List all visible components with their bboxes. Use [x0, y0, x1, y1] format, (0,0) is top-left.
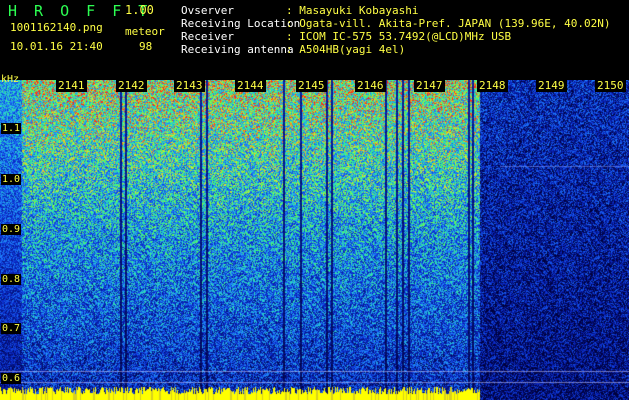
freq-label-0-9: 0.9: [1, 224, 22, 235]
time-label-2149: 2149: [536, 79, 567, 92]
location-value: : Ogata-vill. Akita-Pref. JAPAN (139.96E…: [286, 17, 611, 30]
antenna-label: Receiving antenna: [181, 43, 294, 56]
time-label-2145: 2145: [296, 79, 327, 92]
app-version: 1.00: [125, 3, 154, 17]
time-label-2141: 2141: [56, 79, 87, 92]
time-label-2146: 2146: [355, 79, 386, 92]
spectrogram-image: [0, 80, 629, 400]
time-label-2142: 2142: [116, 79, 147, 92]
time-label-2144: 2144: [235, 79, 266, 92]
time-label-2143: 2143: [174, 79, 205, 92]
file-name: 1001162140.png: [10, 21, 103, 34]
observer-value: : Masayuki Kobayashi: [286, 4, 419, 17]
freq-unit-label: kHz: [1, 74, 20, 85]
receiver-label: Receiver: [181, 30, 234, 43]
observer-row: Ovserver : Masayuki Kobayashi: [181, 4, 418, 17]
location-row: Receiving Location: Ogata-vill. Akita-Pr…: [181, 17, 611, 30]
antenna-value: : A504HB(yagi 4el): [286, 43, 406, 56]
freq-label-0-8: 0.8: [1, 274, 22, 285]
time-label-2147: 2147: [414, 79, 445, 92]
freq-label-0-6: 0.6: [1, 373, 22, 384]
freq-label-0-7: 0.7: [1, 323, 22, 334]
antenna-row: Receiving antenna: A504HB(yagi 4el): [181, 43, 405, 56]
capture-datetime: 10.01.16 21:40: [10, 40, 103, 53]
hroff-screen: H R O F F T 1.00 1001162140.png 10.01.16…: [0, 0, 629, 400]
freq-label-1-1: 1.1: [1, 123, 22, 134]
time-label-2148: 2148: [477, 79, 508, 92]
receiver-value: : ICOM IC-575 53.7492(@LCD)MHz USB: [286, 30, 512, 43]
observer-label: Ovserver: [181, 4, 234, 17]
receiver-row: Receiver : ICOM IC-575 53.7492(@LCD)MHz U…: [181, 30, 511, 43]
meteor-count: 98: [139, 40, 153, 53]
meteor-label: meteor: [125, 25, 165, 38]
location-label: Receiving Location: [181, 17, 301, 30]
spectrogram-panel: kHz 1.1 1.0 0.9 0.8 0.7 0.6 2141 2142 21…: [0, 74, 629, 400]
freq-label-1-0: 1.0: [1, 174, 22, 185]
time-label-2150: 2150: [595, 79, 626, 92]
